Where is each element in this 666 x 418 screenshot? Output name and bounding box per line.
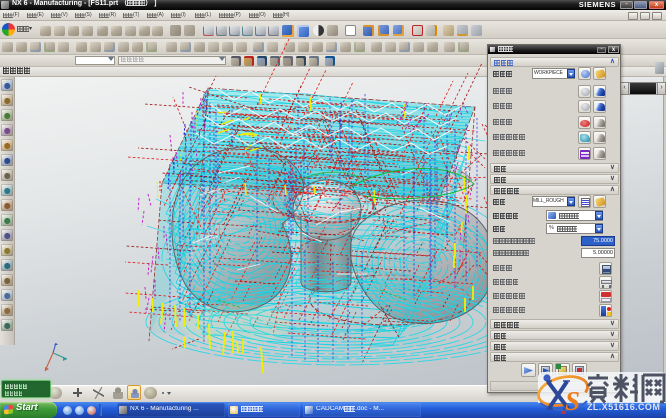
svg-text:S: S [565,386,580,416]
